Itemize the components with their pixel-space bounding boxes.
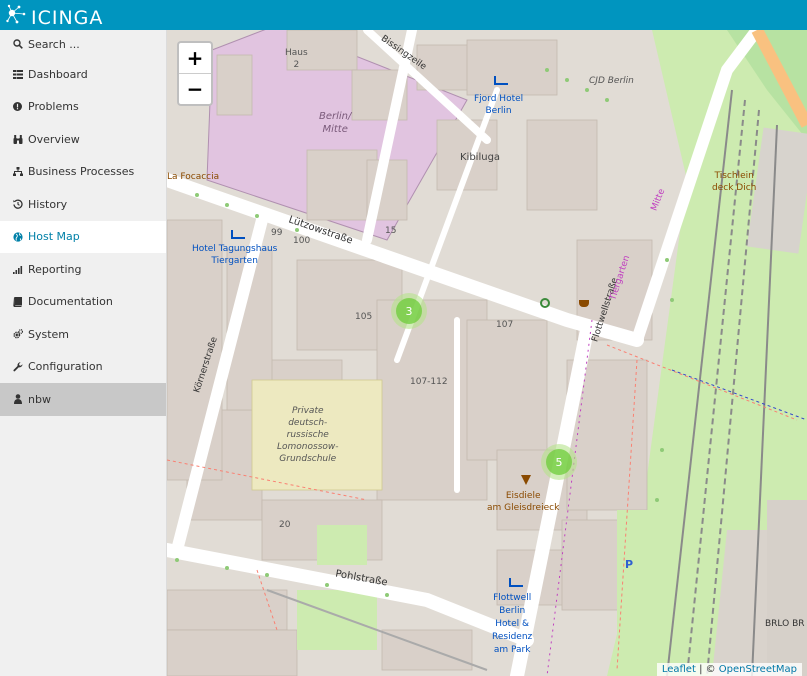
recycling-icon[interactable] — [540, 298, 550, 308]
map-label-20: 20 — [279, 520, 291, 530]
leaflet-link[interactable]: Leaflet — [662, 664, 696, 675]
map-label-eisdiele: Eisdiele am Gleisdreieck — [487, 491, 560, 513]
map-label-berlin-mitte: Berlin/Mitte — [319, 111, 352, 135]
signal-bars-icon — [12, 264, 23, 275]
nav-overview[interactable]: Overview — [0, 123, 166, 156]
sitemap-icon — [12, 166, 23, 177]
nav-host-map[interactable]: Host Map — [0, 220, 166, 253]
map-label-la-focaccia: La Focaccia — [167, 172, 220, 182]
map-label-flottwell-hotel: Flottwell Berlin Hotel & Residenz am Park — [492, 593, 533, 655]
host-cluster-marker[interactable]: 3 — [391, 293, 427, 329]
exclamation-circle-icon — [12, 101, 23, 112]
main-menu: Dashboard Problems Overview Business Pro… — [0, 58, 166, 416]
search-field[interactable]: Search ... — [0, 30, 166, 58]
nav-documentation-label: Documentation — [28, 295, 113, 309]
map-label-brlo: BRLO BR — [765, 619, 805, 629]
nav-reporting[interactable]: Reporting — [0, 253, 166, 286]
nav-business-processes[interactable]: Business Processes — [0, 156, 166, 189]
map-label-tischlein: Tischlein deck Dich — [712, 171, 757, 193]
top-bar: icinga — [0, 0, 807, 30]
map-label-kibiluga: Kibiluga — [460, 152, 501, 163]
cafe-icon[interactable] — [579, 300, 589, 307]
nav-problems[interactable]: Problems — [0, 91, 166, 124]
host-cluster-count: 5 — [546, 449, 572, 475]
binoculars-icon — [12, 134, 23, 145]
zoom-out-button[interactable]: − — [179, 73, 211, 104]
history-icon — [12, 199, 23, 210]
user-icon — [12, 394, 23, 405]
openstreetmap-link[interactable]: OpenStreetMap — [719, 664, 797, 675]
attribution-separator: | © — [695, 664, 719, 675]
nav-documentation[interactable]: Documentation — [0, 286, 166, 319]
host-cluster-count: 3 — [396, 298, 422, 324]
zoom-control: + − — [177, 41, 213, 106]
wrench-icon — [12, 361, 23, 372]
nav-dashboard-label: Dashboard — [28, 67, 88, 81]
map-label-haus2: Haus 2 — [285, 48, 308, 70]
map-label-105: 105 — [355, 312, 373, 322]
map-label-100: 100 — [293, 236, 311, 246]
nav-configuration[interactable]: Configuration — [0, 351, 166, 384]
dashboard-icon — [12, 69, 23, 80]
nav-configuration-label: Configuration — [28, 360, 103, 374]
parking-icon[interactable]: P — [625, 558, 633, 571]
hotel-icon[interactable] — [231, 230, 245, 239]
nav-system[interactable]: System — [0, 318, 166, 351]
nav-system-label: System — [28, 327, 70, 341]
ice-cream-icon[interactable] — [521, 475, 531, 485]
hotel-icon[interactable] — [509, 578, 523, 587]
map-label-15: 15 — [385, 226, 397, 236]
map-label-cjd: CJD Berlin — [589, 76, 634, 86]
map-label-fjord-hotel: Fjord Hotel Berlin — [474, 94, 524, 116]
map-label-107-112: 107-112 — [410, 377, 448, 387]
zoom-in-button[interactable]: + — [179, 43, 211, 73]
hotel-icon[interactable] — [494, 76, 508, 85]
sidebar: Search ... Dashboard Problems Overview B… — [0, 30, 167, 676]
cogs-icon — [12, 329, 23, 340]
nav-host-map-label: Host Map — [28, 230, 80, 244]
map-label-school: Private deutsch-russische Lomonossow- Grund… — [277, 406, 339, 464]
nav-reporting-label: Reporting — [28, 262, 82, 276]
nav-problems-label: Problems — [28, 100, 79, 114]
host-map[interactable]: Haus 2 Berlin/Mitte Bissingzeile Fjord Ho… — [167, 30, 807, 676]
map-tiles — [167, 30, 807, 676]
nav-user[interactable]: nbw — [0, 383, 166, 416]
icinga-logo-icon — [6, 4, 26, 24]
logo-text: icinga — [31, 7, 104, 29]
book-icon — [12, 296, 23, 307]
map-label-107: 107 — [496, 320, 514, 330]
nav-user-label: nbw — [28, 392, 51, 406]
map-label-99: 99 — [271, 228, 283, 238]
map-attribution: Leaflet | © OpenStreetMap — [656, 663, 802, 676]
nav-dashboard[interactable]: Dashboard — [0, 58, 166, 91]
host-cluster-marker[interactable]: 5 — [541, 444, 577, 480]
map-label-hotel-tagungshaus: Hotel Tagungshaus Tiergarten — [192, 244, 278, 266]
nav-history-label: History — [28, 197, 68, 211]
search-icon — [12, 39, 23, 50]
nav-business-processes-label: Business Processes — [28, 165, 135, 179]
nav-overview-label: Overview — [28, 132, 80, 146]
globe-icon — [12, 231, 23, 242]
search-placeholder: Search ... — [28, 37, 80, 51]
icinga-logo[interactable]: icinga — [6, 3, 104, 29]
nav-history[interactable]: History — [0, 188, 166, 221]
